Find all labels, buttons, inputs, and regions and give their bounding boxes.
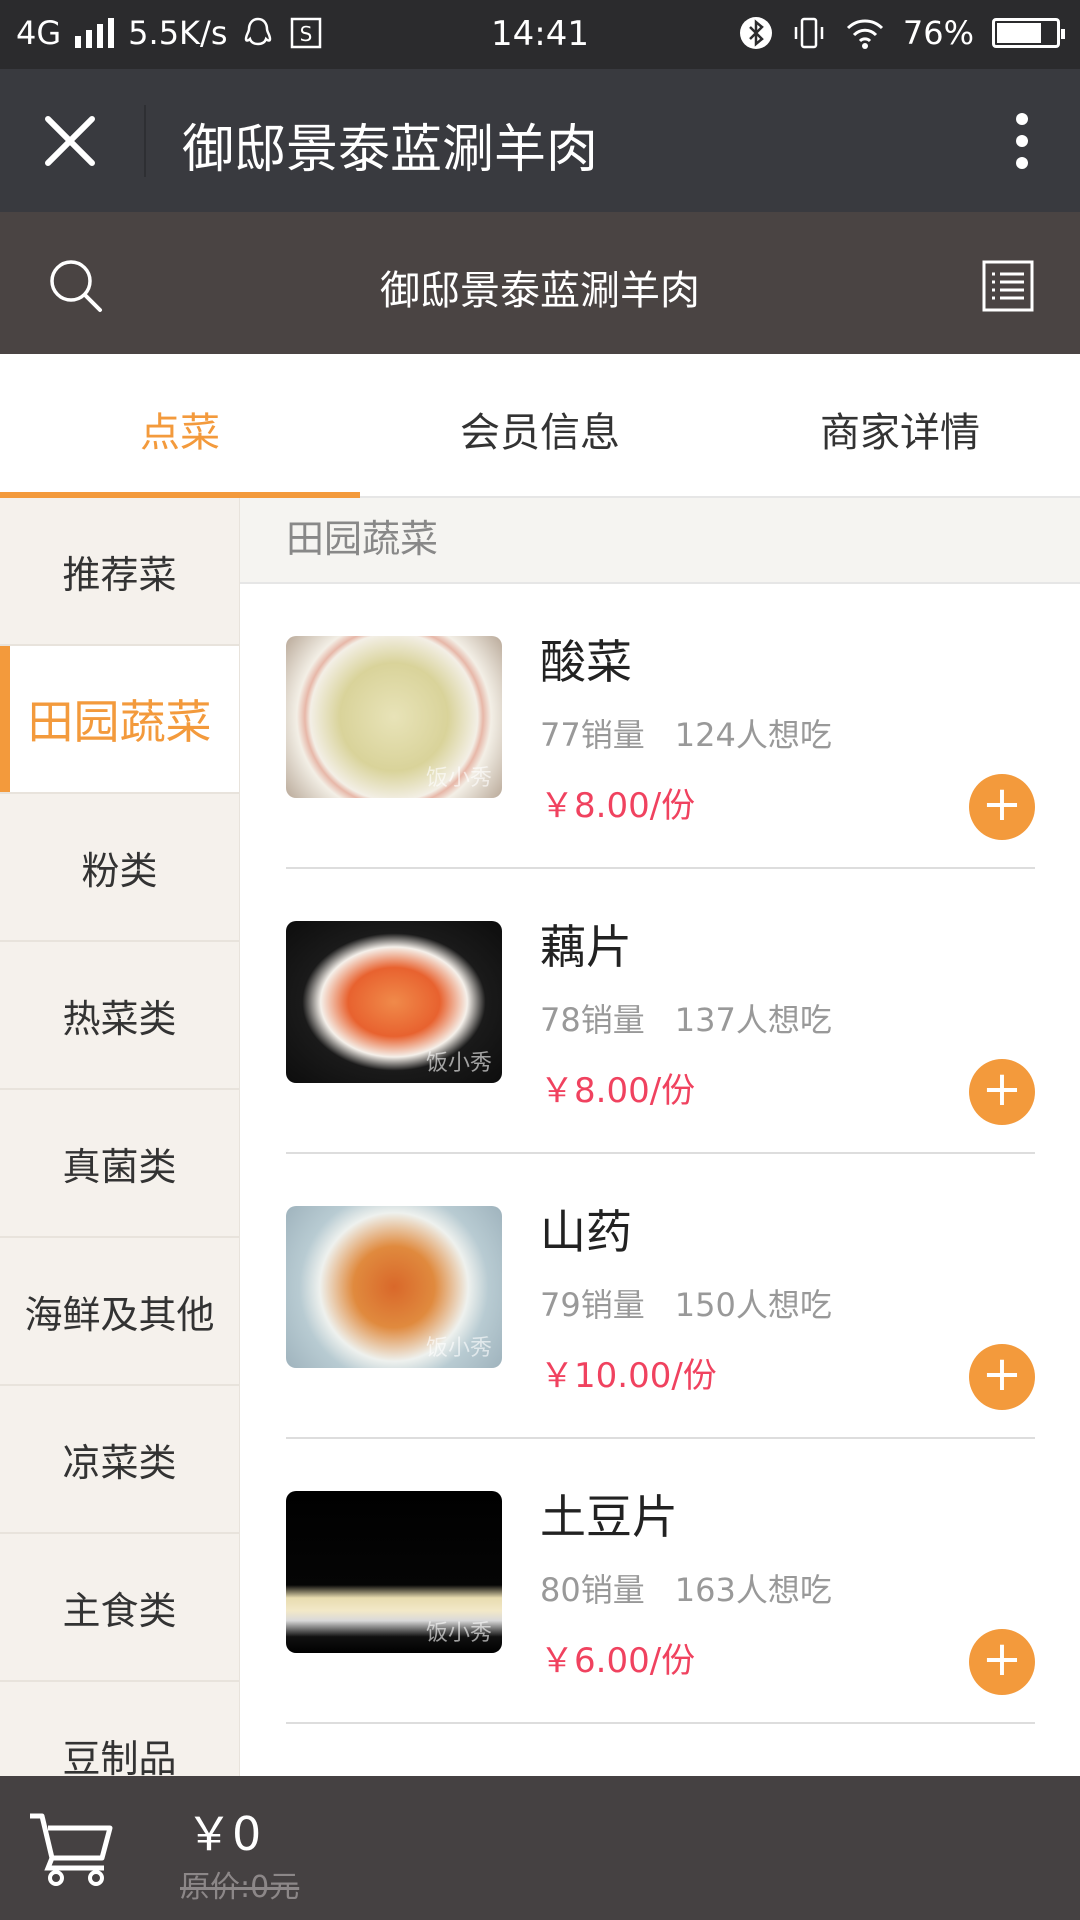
- dish-image[interactable]: 饭小秀: [286, 1491, 502, 1653]
- tab-order[interactable]: 点菜: [0, 354, 360, 498]
- close-icon[interactable]: [40, 111, 100, 171]
- dish-wants: 150人想吃: [674, 1286, 832, 1324]
- category-seafood[interactable]: 海鲜及其他: [0, 1238, 239, 1386]
- dish-wants: 124人想吃: [674, 716, 832, 754]
- cart-bar: ￥0 原价:0元: [0, 1776, 1080, 1920]
- category-cold-dishes[interactable]: 凉菜类: [0, 1386, 239, 1534]
- dish-stats: 80销量 163人想吃: [540, 1565, 832, 1611]
- add-to-cart-button[interactable]: +: [969, 1344, 1035, 1410]
- menu-list-icon[interactable]: [982, 260, 1034, 312]
- dish-image[interactable]: 饭小秀: [286, 1206, 502, 1368]
- shopping-cart-icon[interactable]: [28, 1810, 116, 1886]
- dish-stats: 78销量 137人想吃: [540, 995, 832, 1041]
- category-tofu[interactable]: 豆制品: [0, 1682, 239, 1777]
- dish-image[interactable]: 饭小秀: [286, 636, 502, 798]
- dish-wants: 163人想吃: [674, 1571, 832, 1609]
- dish-name: 酸菜: [540, 635, 632, 689]
- list-item: 饭小秀 酸菜 77销量 124人想吃 ￥8.00/份 +: [286, 584, 1035, 869]
- dish-price: ￥6.00/份: [540, 1641, 696, 1681]
- list-item: 饭小秀 藕片 78销量 137人想吃 ￥8.00/份 +: [286, 869, 1035, 1154]
- tab-bar: 点菜 会员信息 商家详情: [0, 354, 1080, 498]
- shop-title: 御邸景泰蓝涮羊肉: [380, 268, 700, 314]
- vibrate-icon: [794, 17, 824, 49]
- list-item-partial: [286, 1724, 1035, 1776]
- battery-percent: 76%: [902, 14, 974, 52]
- category-vegetables[interactable]: 田园蔬菜: [0, 646, 239, 794]
- dish-stats: 79销量 150人想吃: [540, 1280, 832, 1326]
- section-title: 田园蔬菜: [240, 498, 1080, 584]
- tab-member-info[interactable]: 会员信息: [360, 354, 720, 496]
- dish-sales: 79销量: [540, 1286, 645, 1324]
- dish-price: ￥8.00/份: [540, 1071, 696, 1111]
- more-icon[interactable]: [992, 109, 1052, 173]
- nav-bar: 御邸景泰蓝涮羊肉: [0, 69, 1080, 212]
- category-recommended[interactable]: 推荐菜: [0, 498, 239, 646]
- add-to-cart-button[interactable]: +: [969, 1629, 1035, 1695]
- dish-price: ￥10.00/份: [540, 1356, 717, 1396]
- watermark: 饭小秀: [425, 1336, 492, 1361]
- page-title: 御邸景泰蓝涮羊肉: [182, 120, 599, 180]
- dish-image[interactable]: 饭小秀: [286, 921, 502, 1083]
- dish-stats: 77销量 124人想吃: [540, 710, 832, 756]
- category-mushrooms[interactable]: 真菌类: [0, 1090, 239, 1238]
- watermark: 饭小秀: [425, 1621, 492, 1646]
- status-right: 76%: [739, 14, 1065, 52]
- wifi-icon: [846, 19, 883, 49]
- bluetooth-icon: [739, 17, 772, 49]
- dish-wants: 137人想吃: [674, 1001, 832, 1039]
- watermark: 饭小秀: [425, 1051, 492, 1076]
- dish-sales: 80销量: [540, 1571, 645, 1609]
- dish-sales: 78销量: [540, 1001, 645, 1039]
- dish-name: 土豆片: [540, 1490, 678, 1544]
- nav-divider: [144, 105, 146, 177]
- category-hot-dishes[interactable]: 热菜类: [0, 942, 239, 1090]
- shop-header: 御邸景泰蓝涮羊肉: [0, 212, 1080, 354]
- dish-name: 山药: [540, 1205, 632, 1259]
- category-noodles[interactable]: 粉类: [0, 794, 239, 942]
- add-to-cart-button[interactable]: +: [969, 774, 1035, 840]
- dish-sales: 77销量: [540, 716, 645, 754]
- list-item: 饭小秀 土豆片 80销量 163人想吃 ￥6.00/份 +: [286, 1439, 1035, 1724]
- cart-total: ￥0: [186, 1807, 262, 1861]
- dish-list: 田园蔬菜 饭小秀 酸菜 77销量 124人想吃 ￥8.00/份 + 饭小秀 藕片 …: [240, 498, 1080, 1776]
- category-staples[interactable]: 主食类: [0, 1534, 239, 1682]
- status-bar: 4G 5.5K/s S 14:41 76%: [0, 0, 1080, 69]
- dish-name: 藕片: [540, 920, 632, 974]
- category-sidebar: 推荐菜 田园蔬菜 粉类 热菜类 真菌类 海鲜及其他 凉菜类 主食类 豆制品: [0, 498, 240, 1776]
- add-to-cart-button[interactable]: +: [969, 1059, 1035, 1125]
- tab-merchant-details[interactable]: 商家详情: [720, 354, 1080, 496]
- watermark: 饭小秀: [425, 766, 492, 791]
- dish-price: ￥8.00/份: [540, 786, 696, 826]
- cart-original-price: 原价:0元: [180, 1870, 300, 1905]
- list-item: 饭小秀 山药 79销量 150人想吃 ￥10.00/份 +: [286, 1154, 1035, 1439]
- battery-icon: [992, 18, 1065, 48]
